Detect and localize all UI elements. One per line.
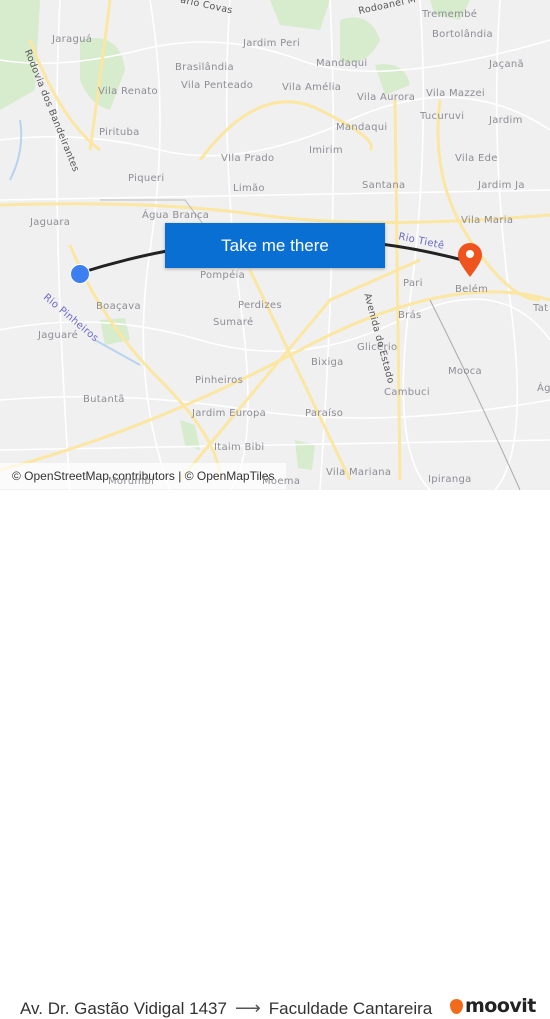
place-label: Vila Penteado: [181, 80, 254, 91]
place-label: Pinheiros: [195, 375, 244, 386]
place-label: Brás: [398, 310, 422, 321]
place-label: Vila Ede: [455, 153, 498, 164]
moovit-logo: moovit: [450, 995, 536, 1017]
place-label: Pompéia: [200, 270, 246, 281]
place-label: Piqueri: [128, 173, 165, 184]
origin-name: Av. Dr. Gastão Vidigal 1437: [20, 998, 227, 1018]
origin-marker[interactable]: [70, 264, 90, 284]
place-label: Mandaqui: [336, 122, 388, 133]
place-label: Ág: [537, 383, 550, 394]
destination-pin-icon[interactable]: [456, 242, 484, 278]
place-label: Santana: [362, 180, 406, 191]
moovit-logo-icon: [450, 998, 463, 1014]
place-label: Imirim: [309, 145, 343, 156]
railway: [429, 299, 521, 490]
place-label: Vila Maria: [461, 215, 514, 226]
place-label: Bortolândia: [432, 29, 493, 40]
place-label: Ipiranga: [428, 474, 472, 485]
place-label: Boaçava: [96, 301, 141, 312]
place-label: Jardim Europa: [192, 408, 267, 419]
place-label: Belém: [455, 284, 489, 295]
place-label: Vila Amélia: [282, 82, 342, 93]
place-label: Vila Renato: [98, 86, 158, 97]
place-label: Jaraguá: [52, 34, 93, 45]
place-label: Itaim Bibi: [214, 442, 265, 453]
take-me-there-button[interactable]: Take me there: [165, 223, 385, 268]
place-label: Limão: [233, 183, 265, 194]
place-label: Pari: [403, 278, 423, 289]
place-label: Jaguara: [30, 217, 71, 228]
place-label: Butantã: [83, 394, 125, 405]
place-label: Mooca: [448, 366, 482, 377]
place-label: Sumaré: [213, 317, 254, 328]
map[interactable]: Jaraguá Jardim Peri Brasilândia Vila Pen…: [0, 0, 550, 490]
place-label: Perdizes: [238, 300, 282, 311]
place-label: Vila Mariana: [326, 467, 392, 478]
destination-name: Faculdade Cantareira: [268, 998, 433, 1018]
place-label: Pirituba: [99, 127, 140, 138]
place-label: Brasilândia: [175, 62, 234, 73]
place-label: Cambuci: [384, 387, 430, 398]
place-label: VIla Prado: [221, 153, 275, 164]
place-label: Jardim: [489, 115, 523, 126]
place-label: Jardim Ja: [478, 180, 525, 191]
place-label: Jaguaré: [38, 330, 79, 341]
place-label: Vila Aurora: [357, 92, 416, 103]
place-label: Jardim Peri: [243, 38, 301, 49]
arrow-right-icon: ⟶: [234, 998, 261, 1018]
place-label: Mandaqui: [316, 58, 368, 69]
place-label: Tucuruvi: [420, 111, 465, 122]
river: [9, 119, 23, 181]
place-label: Jaçanã: [489, 59, 524, 70]
brand-name: moovit: [465, 995, 536, 1017]
place-label: Tat: [533, 303, 549, 314]
place-label: Morumbi: [108, 476, 155, 487]
place-label: Paraíso: [305, 408, 344, 419]
place-label: Tremembé: [422, 9, 478, 20]
place-label: Água Branca: [142, 210, 210, 221]
footer: Av. Dr. Gastão Vidigal 1437 ⟶ Faculdade …: [0, 490, 550, 1018]
place-label: Vila Mazzei: [426, 88, 485, 99]
place-label: Bixiga: [311, 357, 344, 368]
route-summary: Av. Dr. Gastão Vidigal 1437 ⟶ Faculdade …: [20, 998, 432, 1019]
place-label: Moema: [262, 476, 301, 487]
